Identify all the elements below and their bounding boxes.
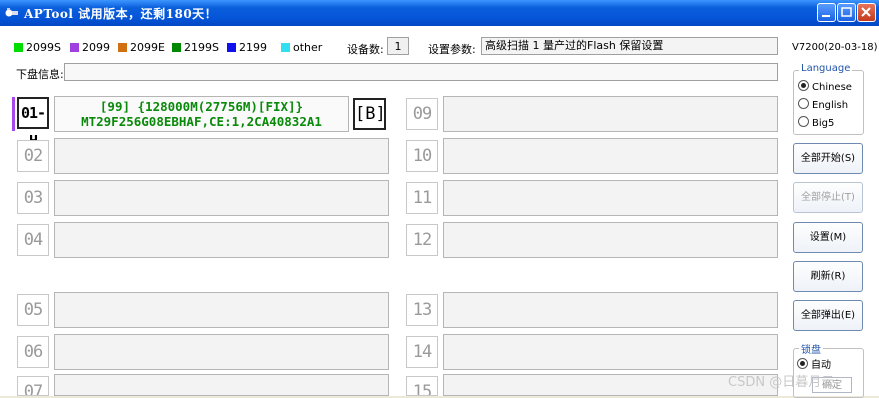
slot-15-number: 15	[406, 376, 438, 396]
radio-label: 自动	[811, 360, 831, 371]
version-label: V7200(20-03-18)	[792, 42, 878, 53]
lock-disk-auto-option[interactable]: 自动	[797, 356, 831, 371]
legend-swatch	[227, 43, 236, 52]
radio-icon	[798, 98, 809, 109]
slot-12-panel[interactable]	[443, 222, 778, 258]
legend-item: 2099E	[118, 41, 165, 54]
legend-label: 2199S	[184, 41, 219, 54]
active-slot-indicator	[12, 97, 15, 131]
minimize-button[interactable]	[817, 3, 836, 22]
legend-swatch	[172, 43, 181, 52]
slot-03-panel[interactable]	[54, 180, 389, 216]
maximize-icon	[841, 7, 852, 17]
slot-01-capacity: [99] {128000M(27756M)[FIX]}	[99, 99, 304, 114]
legend-item: 2199S	[172, 41, 219, 54]
minimize-icon	[822, 15, 830, 17]
slot-06-number: 06	[17, 336, 49, 368]
client-area: 2099S 2099 2099E 2199S 2199 other 设备数: 1…	[0, 26, 879, 398]
slot-13-panel[interactable]	[443, 292, 778, 328]
legend-label: 2199	[239, 41, 267, 54]
info-label: 下盘信息:	[16, 68, 64, 81]
slot-14-panel[interactable]	[443, 334, 778, 370]
language-option-chinese[interactable]: Chinese	[798, 80, 852, 93]
slot-13-number: 13	[406, 294, 438, 326]
slot-04-number: 04	[17, 224, 49, 256]
slot-09-number: 09	[406, 98, 438, 130]
radio-label: Chinese	[812, 82, 852, 93]
slot-12-number: 12	[406, 224, 438, 256]
language-option-big5[interactable]: Big5	[798, 116, 834, 129]
slot-05-panel[interactable]	[54, 292, 389, 328]
slot-07-number: 07	[17, 376, 49, 396]
slot-11-number: 11	[406, 182, 438, 214]
slot-04-panel[interactable]	[54, 222, 389, 258]
legend-label: 2099S	[26, 41, 61, 54]
slot-01-panel[interactable]: [99] {128000M(27756M)[FIX]} MT29F256G08E…	[54, 96, 349, 132]
slot-02-number: 02	[17, 140, 49, 172]
slot-07-panel[interactable]	[54, 374, 389, 396]
slot-06-panel[interactable]	[54, 334, 389, 370]
device-count-label: 设备数:	[347, 43, 384, 56]
info-field	[64, 63, 778, 81]
params-label: 设置参数:	[428, 43, 476, 56]
slot-11-panel[interactable]	[443, 180, 778, 216]
app-icon	[5, 8, 18, 17]
title-bar: APTool 试用版本，还剩180天！	[0, 0, 879, 26]
slot-09-panel[interactable]	[443, 96, 778, 132]
slot-10-number: 10	[406, 140, 438, 172]
settings-button[interactable]: 设置(M)	[793, 222, 863, 253]
legend-swatch	[14, 43, 23, 52]
legend-label: other	[293, 41, 323, 54]
radio-selected-icon	[798, 80, 809, 91]
close-icon	[861, 7, 871, 17]
legend-item: 2199	[227, 41, 267, 54]
slot-10-panel[interactable]	[443, 138, 778, 174]
radio-icon	[798, 116, 809, 127]
legend-item: 2099	[70, 41, 110, 54]
language-group: Language Chinese English Big5	[793, 63, 864, 135]
params-field: 高级扫描 1 量产过的Flash 保留设置	[481, 37, 778, 55]
legend-swatch	[118, 43, 127, 52]
radio-label: Big5	[812, 118, 835, 129]
legend-swatch	[70, 43, 79, 52]
slot-01-badge: [B]	[353, 98, 386, 130]
slot-03-number: 03	[17, 182, 49, 214]
stop-all-button[interactable]: 全部停止(T)	[793, 182, 863, 213]
slot-05-number: 05	[17, 294, 49, 326]
start-all-button[interactable]: 全部开始(S)	[793, 143, 863, 174]
radio-selected-icon	[797, 358, 808, 369]
slot-01-info: [99] {128000M(27756M)[FIX]} MT29F256G08E…	[55, 99, 348, 129]
window-title: APTool 试用版本，还剩180天！	[24, 7, 218, 21]
slot-14-number: 14	[406, 336, 438, 368]
slot-01-flash-id: MT29F256G08EBHAF,CE:1,2CA40832A1	[81, 114, 322, 129]
legend-item: 2099S	[14, 41, 61, 54]
slot-02-panel[interactable]	[54, 138, 389, 174]
language-group-title: Language	[799, 63, 853, 74]
legend-swatch	[281, 43, 290, 52]
language-option-english[interactable]: English	[798, 98, 848, 111]
legend-label: 2099	[82, 41, 110, 54]
refresh-button[interactable]: 刷新(R)	[793, 261, 863, 292]
slot-01-number[interactable]: 01-H	[17, 97, 49, 150]
legend-label: 2099E	[130, 41, 165, 54]
legend-item: other	[281, 41, 322, 54]
radio-label: English	[812, 100, 849, 111]
watermark: CSDN @日暮月云	[728, 375, 835, 390]
close-button[interactable]	[857, 3, 876, 22]
device-count-field: 1	[387, 37, 409, 55]
eject-all-button[interactable]: 全部弹出(E)	[793, 300, 863, 331]
maximize-button[interactable]	[837, 3, 856, 22]
lock-disk-title: 锁盘	[799, 341, 823, 356]
